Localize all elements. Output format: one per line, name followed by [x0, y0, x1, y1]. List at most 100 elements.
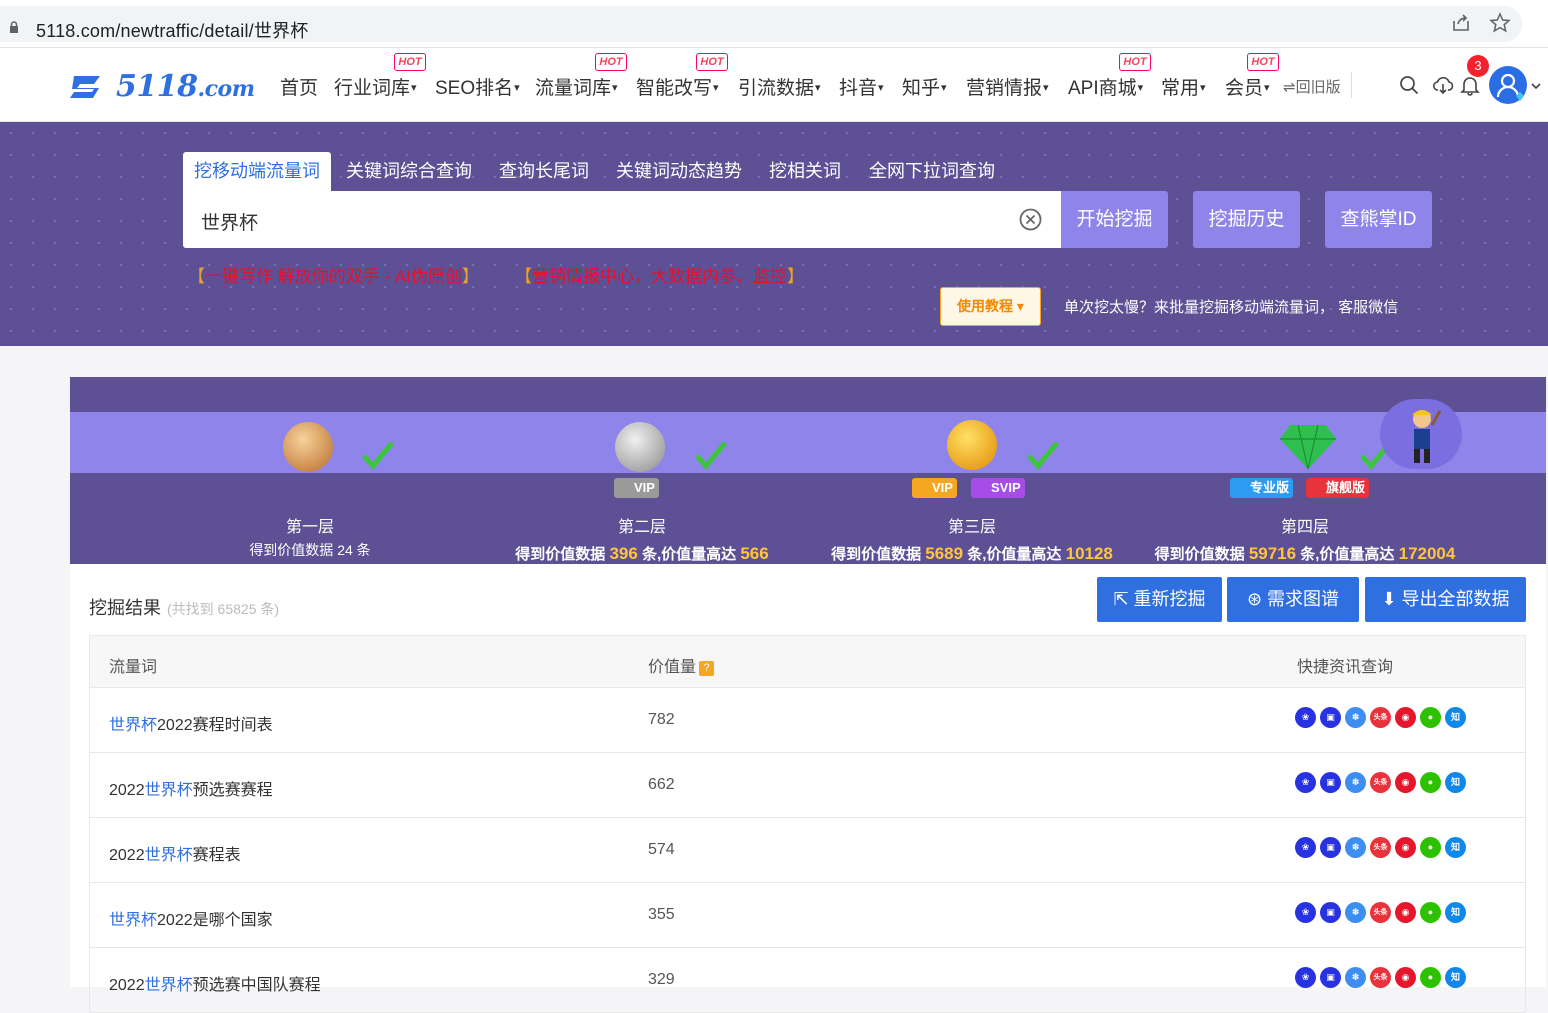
- promo-link-ai-rewrite[interactable]: 【一键写作 解放你的双手 - AI伪原创】: [188, 262, 479, 287]
- cloud-download-icon[interactable]: [1432, 74, 1454, 96]
- diamond-icon: [1280, 424, 1336, 470]
- mobile-icon[interactable]: ▣: [1320, 902, 1341, 923]
- quick-query-icons: ❀ ▣ ✽ 头条 ◉ ● 知: [1295, 837, 1466, 858]
- wechat-icon[interactable]: ●: [1420, 707, 1441, 728]
- tutorial-dropdown-button[interactable]: 使用教程 ▾: [940, 287, 1041, 326]
- nav-home[interactable]: 首页: [280, 73, 318, 100]
- keyword-link[interactable]: 世界杯2022是哪个国家: [109, 906, 273, 930]
- check-icon: [1027, 441, 1059, 470]
- nav-traffic-data[interactable]: 引流数据▾: [738, 73, 821, 100]
- wechat-icon[interactable]: ●: [1420, 967, 1441, 988]
- svip-tier-badge: SVIP: [971, 478, 1025, 498]
- paw-icon[interactable]: ✽: [1345, 772, 1366, 793]
- xiongzhang-id-button[interactable]: 查熊掌ID: [1325, 191, 1432, 248]
- chevron-down-icon[interactable]: [1530, 82, 1542, 90]
- demand-graph-button[interactable]: ⊛ 需求图谱: [1227, 577, 1359, 622]
- toutiao-icon[interactable]: 头条: [1370, 967, 1391, 988]
- mobile-icon[interactable]: ▣: [1320, 837, 1341, 858]
- tab-long-tail[interactable]: 查询长尾词: [488, 152, 600, 191]
- weibo-icon[interactable]: ◉: [1395, 772, 1416, 793]
- zhihu-icon[interactable]: 知: [1445, 967, 1466, 988]
- toutiao-icon[interactable]: 头条: [1370, 902, 1391, 923]
- nav-zhihu[interactable]: 知乎▾: [902, 73, 947, 100]
- table-row: 2022世界杯预选赛中国队赛程 329 ❀ ▣ ✽ 头条 ◉ ● 知: [90, 948, 1525, 1013]
- value-cell: 782: [648, 711, 675, 728]
- level-4: 第四层 得到价值数据 59716 条,价值量高达 172004: [1154, 519, 1456, 563]
- table-row: 2022世界杯预选赛赛程 662 ❀ ▣ ✽ 头条 ◉ ● 知: [90, 753, 1525, 818]
- miner-mascot-icon: [1412, 410, 1442, 463]
- weibo-icon[interactable]: ◉: [1395, 967, 1416, 988]
- mobile-icon[interactable]: ▣: [1320, 772, 1341, 793]
- nav-api-store[interactable]: API商城▾: [1068, 73, 1143, 100]
- toutiao-icon[interactable]: 头条: [1370, 837, 1391, 858]
- promo-link-marketing[interactable]: 【营销情报中心，大数据内参、监控】: [515, 262, 804, 287]
- search-icon[interactable]: [1398, 74, 1420, 96]
- silver-coin-icon: [615, 422, 665, 472]
- baidu-icon[interactable]: ❀: [1295, 837, 1316, 858]
- mining-history-button[interactable]: 挖掘历史: [1193, 191, 1300, 248]
- logo-mark-icon: [70, 76, 100, 98]
- zhihu-icon[interactable]: 知: [1445, 707, 1466, 728]
- weibo-icon[interactable]: ◉: [1395, 837, 1416, 858]
- tab-keyword-query[interactable]: 关键词综合查询: [335, 152, 483, 191]
- check-icon: [362, 441, 394, 470]
- quick-query-icons: ❀ ▣ ✽ 头条 ◉ ● 知: [1295, 967, 1466, 988]
- export-all-button[interactable]: ⬇ 导出全部数据: [1365, 577, 1526, 622]
- tab-dropdown-words[interactable]: 全网下拉词查询: [858, 152, 1006, 191]
- paw-icon[interactable]: ✽: [1345, 837, 1366, 858]
- avatar[interactable]: [1489, 66, 1527, 104]
- zhihu-icon[interactable]: 知: [1445, 902, 1466, 923]
- nav-industry-words[interactable]: 行业词库▾: [334, 73, 417, 100]
- old-version-link[interactable]: ⇌回旧版: [1283, 76, 1341, 97]
- search-hero: 挖移动端流量词 关键词综合查询 查询长尾词 关键词动态趋势 挖相关词 全网下拉词…: [0, 122, 1548, 346]
- keyword-link[interactable]: 世界杯2022赛程时间表: [109, 711, 273, 735]
- toutiao-icon[interactable]: 头条: [1370, 707, 1391, 728]
- nav-member[interactable]: 会员▾: [1225, 73, 1270, 100]
- nav-traffic-words[interactable]: 流量词库▾: [535, 73, 618, 100]
- quick-query-icons: ❀ ▣ ✽ 头条 ◉ ● 知: [1295, 707, 1466, 728]
- weibo-icon[interactable]: ◉: [1395, 707, 1416, 728]
- weibo-icon[interactable]: ◉: [1395, 902, 1416, 923]
- redo-mining-button[interactable]: ⇱ 重新挖掘: [1097, 577, 1222, 622]
- tab-keyword-trend[interactable]: 关键词动态趋势: [605, 152, 753, 191]
- search-input[interactable]: 世界杯: [183, 191, 1061, 248]
- paw-icon[interactable]: ✽: [1345, 707, 1366, 728]
- nav-douyin[interactable]: 抖音▾: [839, 73, 884, 100]
- share-icon[interactable]: [1450, 12, 1472, 34]
- nav-marketing-intel[interactable]: 营销情报▾: [966, 73, 1049, 100]
- clear-icon[interactable]: [1018, 207, 1043, 232]
- baidu-icon[interactable]: ❀: [1295, 707, 1316, 728]
- mobile-icon[interactable]: ▣: [1320, 967, 1341, 988]
- site-logo[interactable]: 5118.com: [68, 66, 255, 106]
- wechat-icon[interactable]: ●: [1420, 772, 1441, 793]
- batch-hint-text[interactable]: 单次挖太慢？来批量挖掘移动端流量词， 客服微信: [1064, 296, 1398, 317]
- tab-mobile-traffic[interactable]: 挖移动端流量词: [183, 152, 331, 191]
- bookmark-star-icon[interactable]: [1489, 12, 1511, 34]
- toutiao-icon[interactable]: 头条: [1370, 772, 1391, 793]
- wechat-icon[interactable]: ●: [1420, 837, 1441, 858]
- tab-related-words[interactable]: 挖相关词: [758, 152, 852, 191]
- bronze-coin-icon: [283, 422, 333, 472]
- wechat-icon[interactable]: ●: [1420, 902, 1441, 923]
- bell-icon[interactable]: [1459, 74, 1481, 96]
- paw-icon[interactable]: ✽: [1345, 967, 1366, 988]
- help-icon[interactable]: ?: [699, 661, 715, 676]
- nav-common[interactable]: 常用▾: [1161, 73, 1206, 100]
- keyword-link[interactable]: 2022世界杯预选赛中国队赛程: [109, 971, 321, 995]
- nav-seo-rank[interactable]: SEO排名▾: [435, 73, 520, 100]
- url-text[interactable]: 5118.com/newtraffic/detail/世界杯: [36, 17, 308, 43]
- check-icon: [695, 441, 727, 470]
- paw-icon[interactable]: ✽: [1345, 902, 1366, 923]
- mobile-icon[interactable]: ▣: [1320, 707, 1341, 728]
- zhihu-icon[interactable]: 知: [1445, 837, 1466, 858]
- baidu-icon[interactable]: ❀: [1295, 772, 1316, 793]
- nav-ai-rewrite[interactable]: 智能改写▾: [636, 73, 719, 100]
- baidu-icon[interactable]: ❀: [1295, 967, 1316, 988]
- keyword-link[interactable]: 2022世界杯赛程表: [109, 841, 241, 865]
- zhihu-icon[interactable]: 知: [1445, 772, 1466, 793]
- lock-icon: [10, 21, 18, 33]
- start-mining-button[interactable]: 开始挖掘: [1061, 191, 1168, 248]
- keyword-link[interactable]: 2022世界杯预选赛赛程: [109, 776, 273, 800]
- baidu-icon[interactable]: ❀: [1295, 902, 1316, 923]
- address-bar[interactable]: 5118.com/newtraffic/detail/世界杯: [0, 6, 1522, 42]
